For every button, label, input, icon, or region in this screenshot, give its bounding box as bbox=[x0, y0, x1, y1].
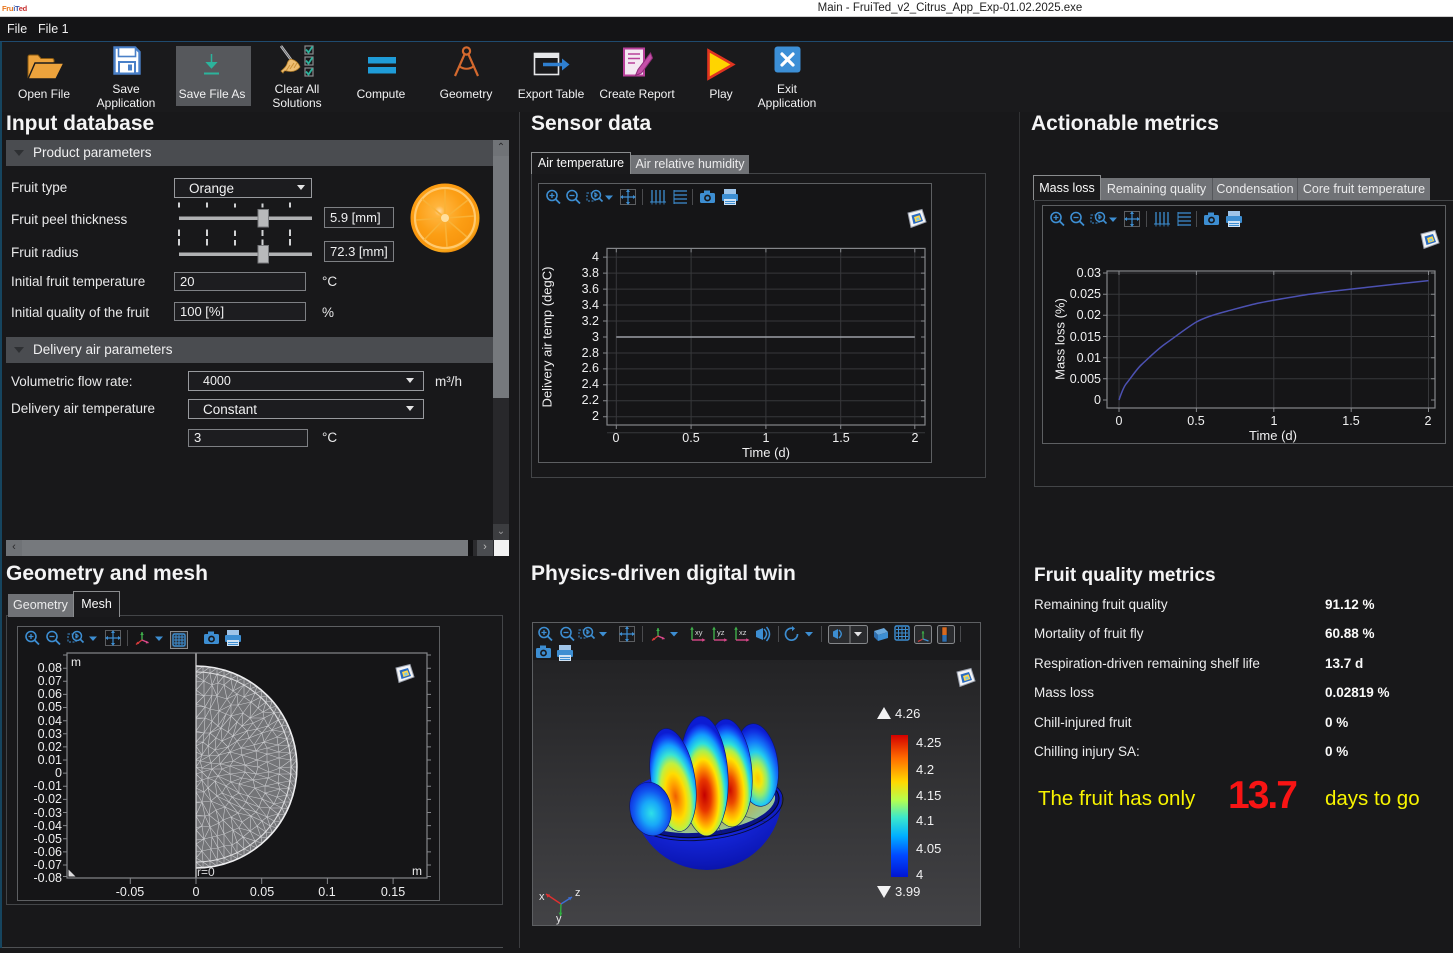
svg-text:z: z bbox=[575, 887, 581, 899]
svg-text:x: x bbox=[539, 891, 545, 903]
svg-text:xz: xz bbox=[739, 628, 747, 637]
svg-text:xy: xy bbox=[695, 628, 703, 637]
svg-text:y: y bbox=[556, 913, 562, 925]
svg-text:yz: yz bbox=[717, 628, 725, 637]
